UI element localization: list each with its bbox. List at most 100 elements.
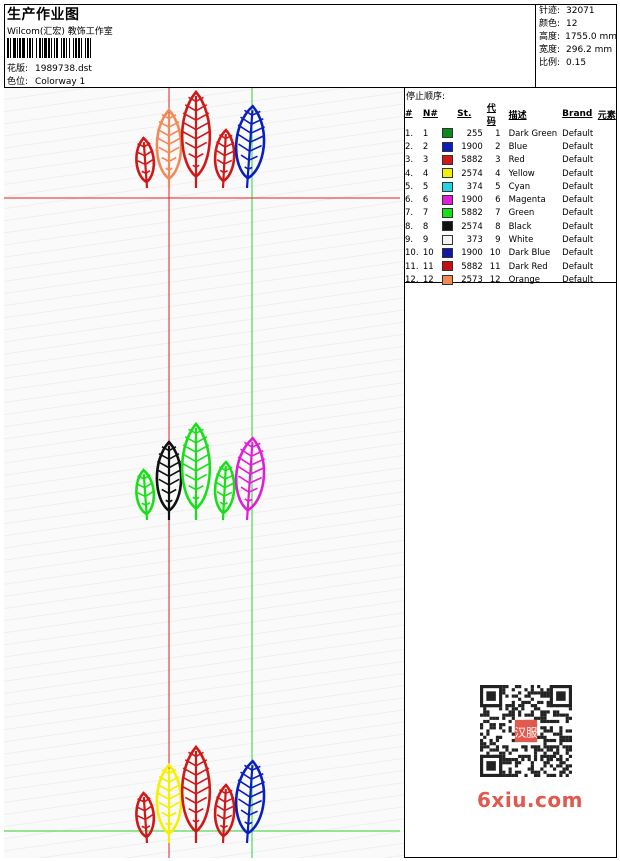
qr-module (530, 770, 534, 774)
qr-module (505, 761, 509, 765)
cell-swatch (442, 167, 457, 180)
stat-value: 296.2 mm (566, 45, 613, 55)
qr-module (549, 745, 553, 749)
qr-module (565, 757, 569, 762)
leaf-vein (168, 792, 182, 801)
qr-module (508, 757, 512, 762)
qr-module (543, 691, 547, 695)
leaf-vein (184, 141, 197, 150)
barcode-bar (73, 38, 74, 58)
cell-number: 4 (422, 168, 429, 179)
leaf-vein (195, 463, 210, 472)
qr-module (495, 716, 500, 720)
barcode-bar (75, 38, 77, 58)
cell-number: 10 (422, 248, 434, 259)
qr-module (543, 761, 547, 765)
qr-module (502, 761, 506, 765)
qr-module (530, 691, 534, 695)
qr-module (508, 710, 512, 714)
qr-module (505, 685, 509, 689)
qr-module (530, 713, 534, 717)
qr-module (546, 719, 550, 724)
qr-module (546, 710, 550, 714)
qr-module (537, 773, 541, 777)
leaf-vein (195, 776, 210, 786)
qr-module (511, 710, 515, 714)
cell-index: 12. (405, 274, 419, 285)
cell-swatch (442, 193, 457, 206)
qr-module (508, 713, 512, 717)
qr-module (540, 767, 544, 771)
cell-brand: Default (562, 248, 594, 259)
cell-brand: Default (562, 168, 594, 179)
color-sequence-table: # N# St. 代码 描述 Brand 元素 1. 1 255 1 Dark Gree… (405, 101, 617, 287)
qr-module (508, 767, 512, 771)
qr-module (505, 745, 509, 749)
qr-module (540, 726, 544, 730)
qr-module (565, 738, 569, 743)
cell-element (598, 247, 617, 260)
cell-brand: Default (562, 195, 594, 206)
barcode-bar (39, 38, 41, 58)
qr-module (505, 773, 509, 777)
qr-module (556, 745, 560, 749)
qr-module (549, 773, 553, 777)
leaf-vein (182, 453, 197, 463)
qr-finder-core (486, 691, 496, 701)
watermark: 汉服 6xiu.com (470, 680, 590, 812)
cell-description: Green (508, 208, 535, 219)
qr-module (565, 745, 569, 749)
color-swatch (442, 128, 454, 139)
col-swatch (442, 101, 457, 127)
qr-module (521, 757, 525, 762)
stat-value: 12 (566, 19, 578, 29)
leaf-vein (249, 799, 262, 807)
cell-brand: Default (562, 208, 594, 219)
leaf-vein (156, 137, 170, 146)
leaf-motif (135, 791, 156, 844)
cell-description: White (508, 235, 534, 246)
qr-module (559, 713, 563, 717)
cell-stitches: 1900 (461, 141, 483, 152)
stat-label: 针迹: (539, 6, 561, 16)
qr-module (524, 754, 528, 758)
col-code: 代码 (486, 104, 496, 127)
barcode-bar (48, 38, 50, 58)
qr-module (511, 704, 515, 708)
qr-module (552, 751, 557, 755)
qr-module (489, 738, 493, 743)
qr-module (556, 710, 560, 714)
qr-module (562, 735, 566, 739)
qr-module (537, 745, 541, 749)
cell-stitches: 2574 (461, 168, 483, 179)
cell-stitches: 374 (466, 181, 483, 192)
col-brand: Brand (562, 109, 593, 119)
qr-module (533, 691, 538, 695)
leaf-vein (182, 776, 197, 786)
stats-panel: 针迹: 32071 颜色: 12 高度: 1755.0 mm 宽度: 296.2 mm … (535, 4, 617, 87)
cell-index: 4. (405, 168, 414, 179)
qr-module (518, 770, 522, 774)
cell-stitches: 2573 (461, 274, 483, 285)
leaf-vein (236, 788, 251, 798)
qr-module (533, 716, 538, 720)
qr-module (546, 745, 550, 749)
leaf-vein (195, 141, 208, 150)
leaf-motif (155, 440, 183, 520)
qr-module (533, 745, 538, 749)
qr-module (540, 713, 544, 717)
cell-element (598, 260, 617, 273)
leaf-vein (195, 453, 210, 463)
qr-module (521, 700, 525, 705)
qr-module (556, 757, 560, 762)
qr-module (568, 754, 572, 758)
qr-module (518, 685, 522, 689)
cell-code: 12 (489, 274, 501, 285)
qr-module (546, 704, 550, 708)
cell-description: Orange (508, 274, 540, 285)
qr-module (540, 691, 544, 695)
cell-description: Blue (508, 141, 528, 152)
cell-description: Yellow (508, 168, 535, 179)
cell-number: 12 (422, 274, 434, 285)
qr-module (502, 688, 506, 692)
